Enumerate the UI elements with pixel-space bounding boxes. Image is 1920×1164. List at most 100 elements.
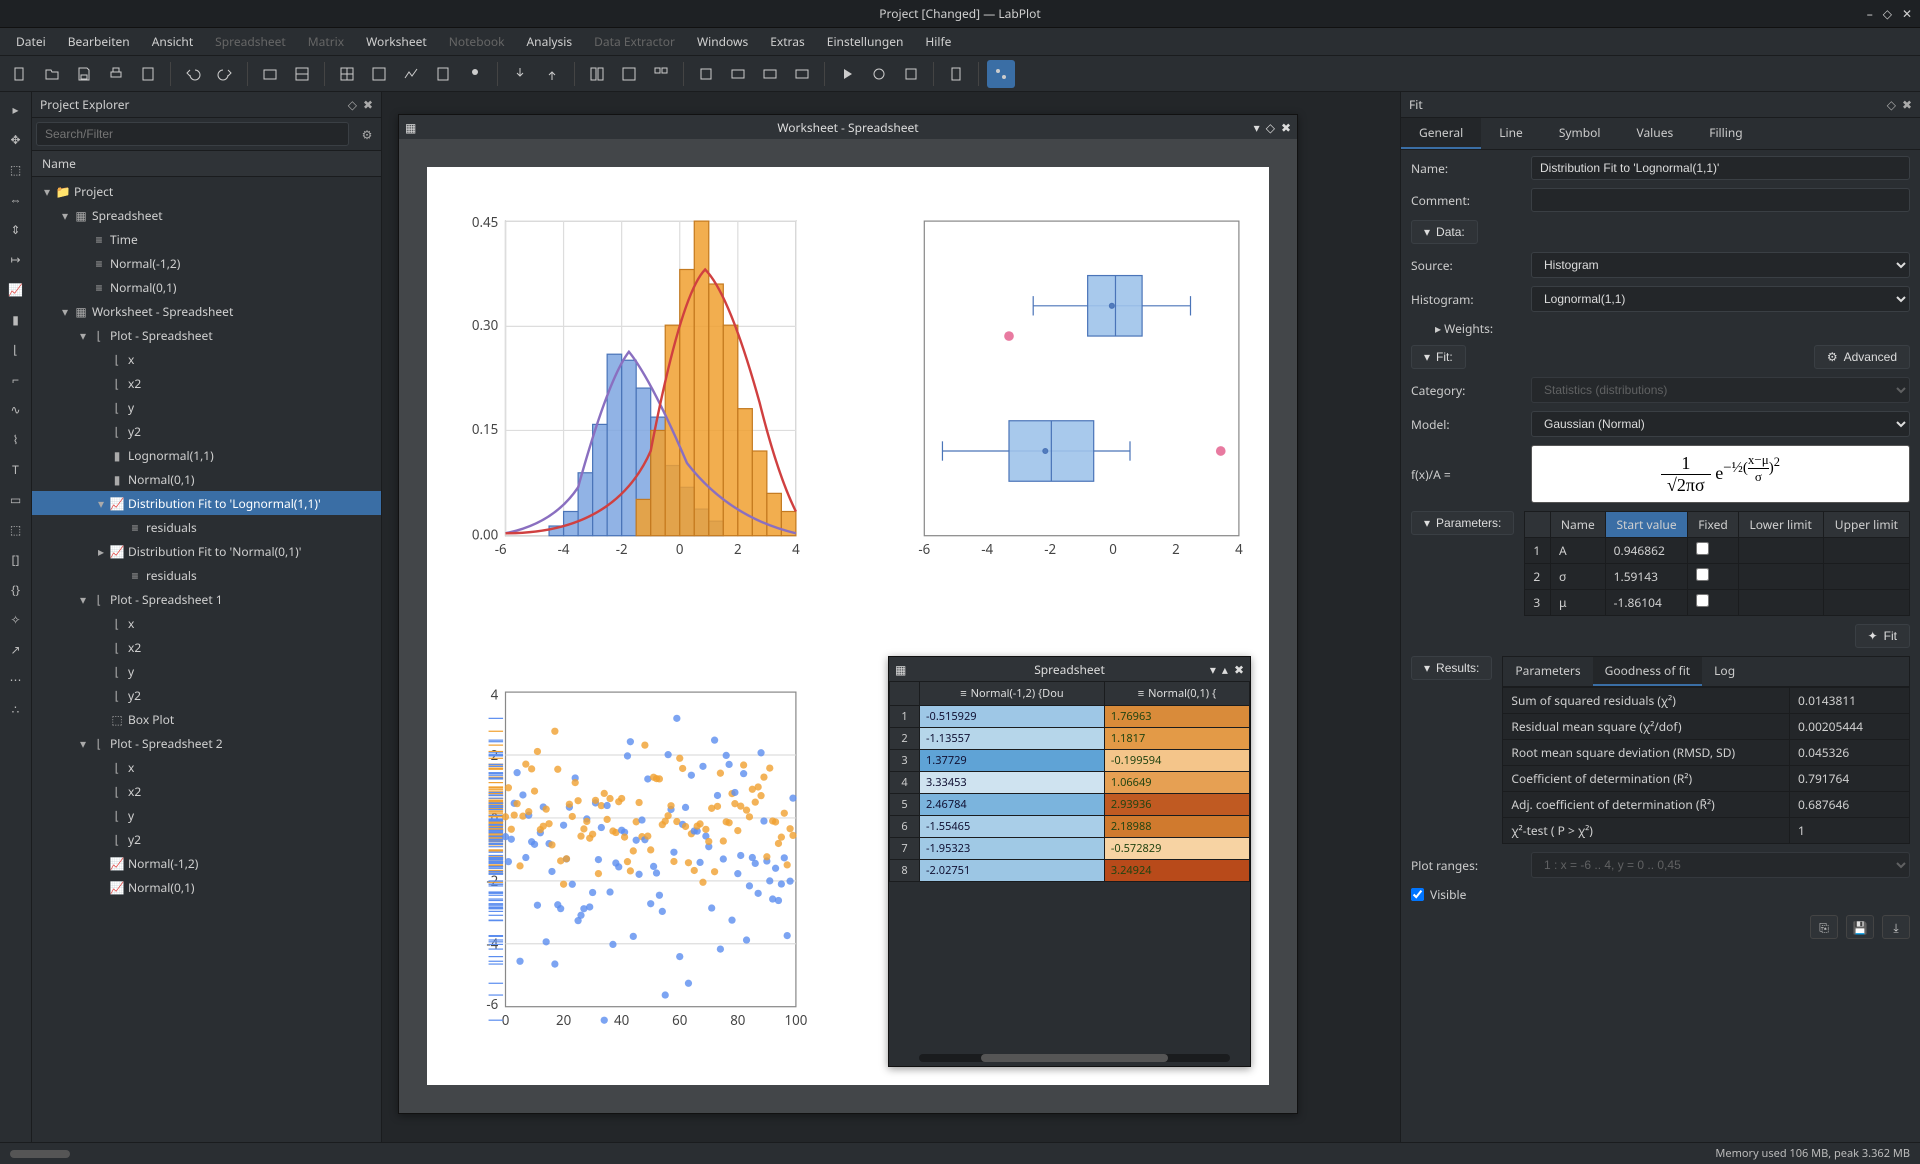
tree-item[interactable]: ▮Normal(0,1) — [32, 467, 381, 491]
menu-extras[interactable]: Extras — [760, 29, 815, 54]
misc1-icon[interactable]: ✧ — [5, 608, 27, 630]
tree-item[interactable]: ≡Normal(0,1) — [32, 275, 381, 299]
tree-item[interactable]: ▮Lognormal(1,1) — [32, 443, 381, 467]
sp-min-icon[interactable]: ▾ — [1210, 661, 1216, 678]
grid-icon[interactable] — [615, 60, 643, 88]
plot-histograms[interactable]: -6 -4 -2 0 2 4 0.00 0.15 0.30 0.45 — [445, 185, 808, 596]
sp-max-icon[interactable]: ▴ — [1222, 661, 1228, 678]
tree-item[interactable]: ≡residuals — [32, 563, 381, 587]
misc4-icon[interactable]: ∴ — [5, 698, 27, 720]
play-icon[interactable] — [833, 60, 861, 88]
tree-item[interactable]: ⌊y — [32, 803, 381, 827]
scrollbar-thumb[interactable] — [10, 1150, 70, 1158]
tree-item[interactable]: ≡Normal(-1,2) — [32, 251, 381, 275]
open-icon[interactable] — [38, 60, 66, 88]
tab-filling[interactable]: Filling — [1691, 118, 1760, 149]
curve-step-icon[interactable]: ⌇ — [5, 428, 27, 450]
tree-item[interactable]: ▾📁Project — [32, 179, 381, 203]
doc-icon[interactable] — [942, 60, 970, 88]
new-icon[interactable] — [6, 60, 34, 88]
histogram-select[interactable]: Lognormal(1,1) — [1531, 286, 1910, 312]
copy-icon[interactable]: ⎘ — [1810, 915, 1838, 939]
tree-item[interactable]: ⌊x — [32, 755, 381, 779]
add-workbook-icon[interactable] — [288, 60, 316, 88]
text-icon[interactable]: T — [5, 458, 27, 480]
print-icon[interactable] — [102, 60, 130, 88]
menu-windows[interactable]: Windows — [687, 29, 758, 54]
max-icon[interactable]: ◇ — [1266, 119, 1275, 136]
save-icon[interactable] — [70, 60, 98, 88]
tree-item[interactable]: ⌊x2 — [32, 371, 381, 395]
chevron-right-icon[interactable]: ▸ — [1435, 320, 1441, 337]
tree-item[interactable]: 📈Normal(0,1) — [32, 875, 381, 899]
import-live-icon[interactable] — [538, 60, 566, 88]
fit-button[interactable]: ✦ Fit — [1855, 624, 1910, 648]
move-icon[interactable]: ✥ — [5, 128, 27, 150]
pointer-icon[interactable]: ▸ — [5, 98, 27, 120]
menu-bearbeiten[interactable]: Bearbeiten — [58, 29, 140, 54]
zoom-x-icon[interactable]: ⇔ — [5, 188, 27, 210]
worksheet-canvas[interactable]: -6 -4 -2 0 2 4 0.00 0.15 0.30 0.45 — [427, 167, 1269, 1085]
project-tree[interactable]: ▾📁Project▾▦Spreadsheet≡Time≡Normal(-1,2)… — [32, 177, 381, 1142]
zoom-select-icon[interactable]: ⬚ — [5, 158, 27, 180]
misc2-icon[interactable]: ↗ — [5, 638, 27, 660]
menu-worksheet[interactable]: Worksheet — [356, 29, 437, 54]
tab-symbol[interactable]: Symbol — [1541, 118, 1619, 149]
ax-b-icon[interactable]: ⌐ — [5, 368, 27, 390]
select-icon[interactable]: ⬚ — [5, 518, 27, 540]
stop-icon[interactable] — [865, 60, 893, 88]
ax-l-icon[interactable]: ⌊ — [5, 338, 27, 360]
tree-item[interactable]: ⌊y2 — [32, 827, 381, 851]
add-worksheet-icon[interactable] — [397, 60, 425, 88]
tool1-icon[interactable] — [692, 60, 720, 88]
menu-ansicht[interactable]: Ansicht — [142, 29, 203, 54]
print-preview-icon[interactable] — [134, 60, 162, 88]
add-spreadsheet-icon[interactable] — [333, 60, 361, 88]
cursor-icon[interactable]: ↦ — [5, 248, 27, 270]
tree-item[interactable]: ⌊y2 — [32, 419, 381, 443]
tree-item[interactable]: ⌊y2 — [32, 683, 381, 707]
results-section-toggle[interactable]: ▾ Results: — [1411, 656, 1492, 680]
menu-einstellungen[interactable]: Einstellungen — [817, 29, 914, 54]
menu-analysis[interactable]: Analysis — [517, 29, 583, 54]
tree-item[interactable]: ⬚Box Plot — [32, 707, 381, 731]
hist-icon[interactable]: ▮ — [5, 308, 27, 330]
tree-item[interactable]: 📈Normal(-1,2) — [32, 851, 381, 875]
tab-general[interactable]: General — [1401, 118, 1481, 149]
visible-checkbox[interactable] — [1411, 888, 1424, 901]
tree-item[interactable]: ▾📈Distribution Fit to 'Lognormal(1,1)' — [32, 491, 381, 515]
settings-icon[interactable] — [897, 60, 925, 88]
zoom-y-icon[interactable]: ⇕ — [5, 218, 27, 240]
tree-item[interactable]: ▾⌊Plot - Spreadsheet 1 — [32, 587, 381, 611]
bracket-icon[interactable]: [] — [5, 548, 27, 570]
tool4-icon[interactable] — [788, 60, 816, 88]
tree-item[interactable]: ⌊y — [32, 395, 381, 419]
minimize-icon[interactable]: – — [1867, 5, 1873, 22]
add-notebook-icon[interactable] — [429, 60, 457, 88]
tree-item[interactable]: ⌊x2 — [32, 779, 381, 803]
brace-icon[interactable]: {} — [5, 578, 27, 600]
spreadsheet-table[interactable]: ≡Normal(-1,2) {Dou≡Normal(0,1) {1-0.5159… — [889, 681, 1250, 882]
h-scrollbar-thumb[interactable] — [981, 1054, 1168, 1062]
model-select[interactable]: Gaussian (Normal) — [1531, 411, 1910, 437]
curve-line-icon[interactable]: ∿ — [5, 398, 27, 420]
fit-section-toggle[interactable]: ▾ Fit: — [1411, 345, 1466, 369]
close-panel-icon[interactable]: ✖ — [363, 96, 373, 113]
tree-item[interactable]: ⌊x — [32, 347, 381, 371]
maximize-icon[interactable]: ◇ — [1883, 5, 1892, 22]
min-icon[interactable]: ▾ — [1254, 119, 1260, 136]
result-tab-goodness-of-fit[interactable]: Goodness of fit — [1593, 657, 1703, 686]
import-icon[interactable] — [506, 60, 534, 88]
save-template-icon[interactable]: 💾 — [1846, 915, 1874, 939]
load-template-icon[interactable]: ⤓ — [1882, 915, 1910, 939]
parameters-table[interactable]: NameStart valueFixedLower limitUpper lim… — [1524, 511, 1910, 616]
undo-icon[interactable] — [179, 60, 207, 88]
plot-scatter[interactable]: 0 20 40 60 80 100 4 2 0 -2 -4 — [445, 656, 808, 1067]
axis-icon[interactable]: 📈 — [5, 278, 27, 300]
sp-close-icon[interactable]: ✖ — [1234, 661, 1244, 678]
tree-item[interactable]: ▾▦Spreadsheet — [32, 203, 381, 227]
menu-datei[interactable]: Datei — [6, 29, 56, 54]
tree-item[interactable]: ▾⌊Plot - Spreadsheet 2 — [32, 731, 381, 755]
result-tab-log[interactable]: Log — [1702, 657, 1747, 686]
name-input[interactable] — [1531, 156, 1910, 180]
